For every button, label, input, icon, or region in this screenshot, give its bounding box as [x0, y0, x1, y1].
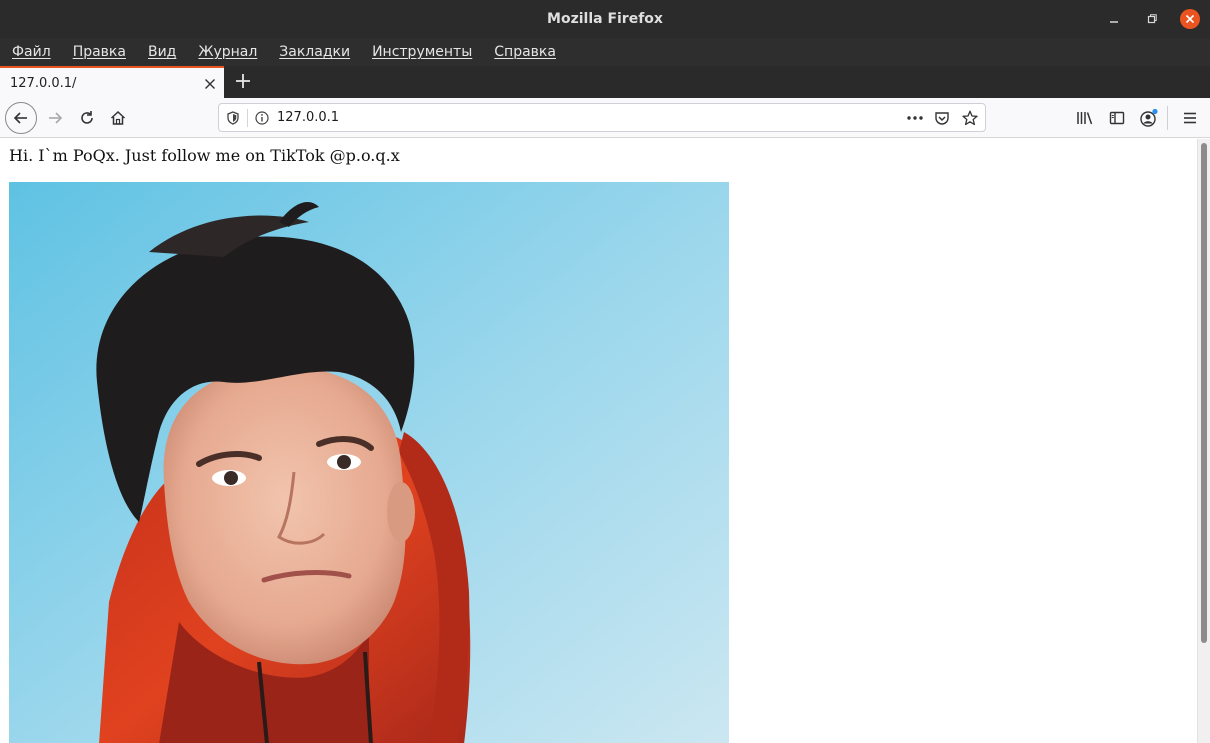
hamburger-icon [1184, 112, 1196, 124]
menu-button[interactable] [1175, 103, 1205, 133]
menu-edit[interactable]: Правка [73, 44, 126, 60]
page-content: Hi. I`m PoQx. Just follow me on TikTok @… [0, 139, 1197, 743]
sidebar-icon [1109, 111, 1125, 125]
url-bar[interactable]: 127.0.0.1 [218, 103, 986, 132]
tab-strip: 127.0.0.1/ [0, 66, 1210, 98]
library-button[interactable] [1070, 103, 1100, 133]
maximize-button[interactable] [1142, 9, 1162, 29]
window-titlebar: Mozilla Firefox [0, 0, 1210, 38]
account-button[interactable] [1134, 103, 1164, 133]
nav-toolbar: 127.0.0.1 [0, 98, 1210, 138]
toolbar-separator [1167, 106, 1168, 130]
forward-button[interactable] [40, 103, 70, 133]
close-icon [205, 79, 215, 89]
library-icon [1077, 112, 1093, 125]
home-icon [110, 110, 126, 125]
new-tab-button[interactable] [231, 68, 255, 94]
menu-bar: Файл Правка Вид Журнал Закладки Инструме… [0, 38, 1210, 66]
reload-button[interactable] [72, 103, 102, 133]
menu-help[interactable]: Справка [494, 44, 556, 60]
menu-bookmarks[interactable]: Закладки [279, 44, 350, 60]
tab-localhost[interactable]: 127.0.0.1/ [0, 66, 224, 98]
minimize-icon [1110, 21, 1118, 23]
profile-photo-illustration [9, 182, 729, 743]
sidebar-button[interactable] [1102, 103, 1132, 133]
info-icon[interactable] [254, 110, 270, 126]
shield-icon[interactable] [225, 110, 241, 126]
window-controls [1104, 0, 1200, 38]
window-title: Mozilla Firefox [547, 11, 663, 27]
plus-icon [236, 74, 250, 88]
menu-file[interactable]: Файл [12, 44, 51, 60]
arrow-right-icon [49, 112, 63, 124]
greeting-text: Hi. I`m PoQx. Just follow me on TikTok @… [9, 146, 400, 165]
minimize-button[interactable] [1104, 9, 1124, 29]
home-button[interactable] [103, 103, 133, 133]
tab-label: 127.0.0.1/ [10, 75, 77, 91]
menu-view[interactable]: Вид [148, 44, 176, 60]
url-input[interactable]: 127.0.0.1 [277, 110, 339, 125]
menu-history[interactable]: Журнал [198, 44, 257, 60]
close-window-button[interactable] [1180, 9, 1200, 29]
page-actions-icon[interactable] [905, 110, 925, 126]
arrow-left-icon [13, 112, 27, 124]
profile-photo [9, 182, 729, 743]
star-icon[interactable] [962, 110, 978, 126]
reload-icon [81, 111, 93, 124]
page-scrollbar[interactable] [1197, 139, 1210, 743]
close-icon [1185, 14, 1195, 24]
tab-close-button[interactable] [204, 74, 216, 94]
restore-icon [1147, 14, 1157, 24]
back-button[interactable] [5, 102, 37, 134]
menu-tools[interactable]: Инструменты [372, 44, 472, 60]
account-icon [1140, 108, 1158, 127]
scrollbar-thumb[interactable] [1201, 143, 1207, 643]
pocket-icon[interactable] [934, 110, 950, 126]
url-separator [247, 109, 248, 127]
